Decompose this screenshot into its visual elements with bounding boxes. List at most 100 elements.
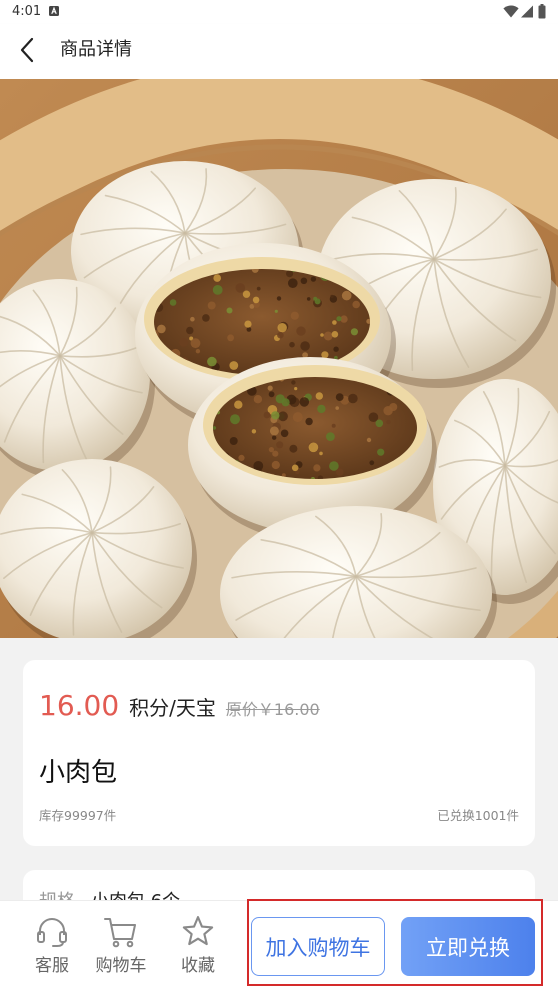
product-image <box>0 79 558 638</box>
favorite-button[interactable]: 收藏 <box>163 915 233 977</box>
cart-label: 购物车 <box>95 956 147 976</box>
filling-bit <box>230 414 240 425</box>
filling-bit <box>319 451 323 456</box>
filling-bit <box>190 338 201 349</box>
filling-bit <box>280 429 289 438</box>
filling-bit <box>242 290 251 298</box>
filling-bit <box>326 432 335 441</box>
filling-bit <box>207 301 216 310</box>
wifi-icon-shape <box>503 5 519 18</box>
filling-bit <box>271 460 280 470</box>
filling-bit <box>227 334 235 342</box>
filling-bit <box>272 435 277 440</box>
product-info-card: 16.00 积分/天宝 原价￥16.00 小肉包 库存99997件 已兑换100… <box>23 660 535 846</box>
filling-bit <box>350 328 358 336</box>
header: 商品详情 <box>0 24 558 79</box>
filling-bit <box>296 326 306 336</box>
chevron-left-icon <box>20 37 34 63</box>
filling-bit <box>289 444 298 453</box>
filling-bit <box>212 285 223 295</box>
filling-bit <box>313 464 321 472</box>
filling-bit <box>308 442 319 453</box>
back-button[interactable] <box>14 33 40 67</box>
filling-bit <box>278 411 288 422</box>
filling-bit <box>281 398 290 407</box>
filling-bit <box>292 412 303 423</box>
filling-bit <box>235 283 246 293</box>
redeem-now-button[interactable]: 立即兑换 <box>401 917 535 976</box>
filling-bit <box>315 392 323 400</box>
filling-bit <box>375 419 384 428</box>
price-row: 16.00 积分/天宝 原价￥16.00 <box>39 686 320 730</box>
filling-bit <box>202 314 210 322</box>
filling-bit <box>300 277 308 285</box>
product-image-container <box>0 79 558 638</box>
filling-bit <box>263 411 271 419</box>
filling-bit <box>244 320 252 328</box>
filling-bit <box>288 278 298 288</box>
filling-bit <box>314 298 321 305</box>
filling-bit <box>331 423 336 428</box>
filling-bit <box>195 349 201 354</box>
filling-bit <box>332 320 337 325</box>
cart-icon <box>104 918 136 948</box>
filling-bit <box>320 333 324 337</box>
add-to-cart-button[interactable]: 加入购物车 <box>251 917 385 976</box>
filling-bit <box>333 346 339 352</box>
filling-bit <box>268 391 275 398</box>
filling-bit <box>157 324 166 334</box>
headset-icon <box>37 918 67 947</box>
filling-bit <box>291 380 296 385</box>
product-meta: 库存99997件 已兑换1001件 <box>39 808 519 824</box>
filling-bit <box>386 419 391 425</box>
status-bar: 4:01 <box>0 0 558 24</box>
star-icon-shape <box>182 916 214 946</box>
filling-bit <box>290 311 299 320</box>
cart-icon-body <box>104 918 136 940</box>
filling-bit <box>383 406 393 416</box>
customer-service-label: 客服 <box>35 956 69 976</box>
battery-icon-body <box>538 5 546 19</box>
cart-icon-wheel-right <box>126 940 134 948</box>
filling-bit <box>277 323 287 333</box>
customer-service-button[interactable]: 客服 <box>17 915 87 977</box>
signal-icon <box>521 5 533 18</box>
filling-bit <box>300 341 310 351</box>
favorite-label: 收藏 <box>181 956 215 976</box>
filling-bit <box>256 286 261 291</box>
status-time: 4:01 <box>12 4 42 19</box>
chevron-left-icon-stroke <box>20 37 34 63</box>
filling-bit <box>321 351 329 359</box>
filling-bit <box>272 450 279 457</box>
product-name: 小肉包 <box>39 758 118 788</box>
filling-bit <box>291 464 299 472</box>
notification-a-icon <box>49 6 59 16</box>
meat-filling <box>213 377 417 479</box>
cart-button[interactable]: 购物车 <box>86 915 156 977</box>
filling-bit <box>299 397 310 407</box>
filling-bit <box>310 276 317 282</box>
filling-bit <box>246 327 252 332</box>
filling-bit <box>306 297 311 301</box>
filling-bit <box>305 417 313 426</box>
filling-bit <box>276 296 282 301</box>
page-title: 商品详情 <box>60 39 132 60</box>
filling-bit <box>294 387 298 391</box>
star-icon <box>182 916 214 946</box>
filling-bit <box>274 309 278 313</box>
bottom-action-bar: 客服 购物车 收藏 加入购物车 立即兑换 <box>0 900 558 992</box>
original-price: 原价￥16.00 <box>225 700 320 719</box>
price-value: 16.00 <box>39 689 120 722</box>
filling-bit <box>269 426 279 436</box>
filling-bit <box>179 337 189 347</box>
filling-bit <box>336 316 342 322</box>
filling-bit <box>229 361 239 370</box>
filling-bit <box>377 448 385 456</box>
filling-bit <box>207 356 217 367</box>
filling-bit <box>366 437 372 443</box>
price-unit: 积分/天宝 <box>129 696 216 720</box>
filling-bit <box>276 441 284 449</box>
battery-icon <box>538 4 546 19</box>
exchanged-count: 已兑换1001件 <box>437 808 519 823</box>
wifi-icon <box>503 5 519 18</box>
